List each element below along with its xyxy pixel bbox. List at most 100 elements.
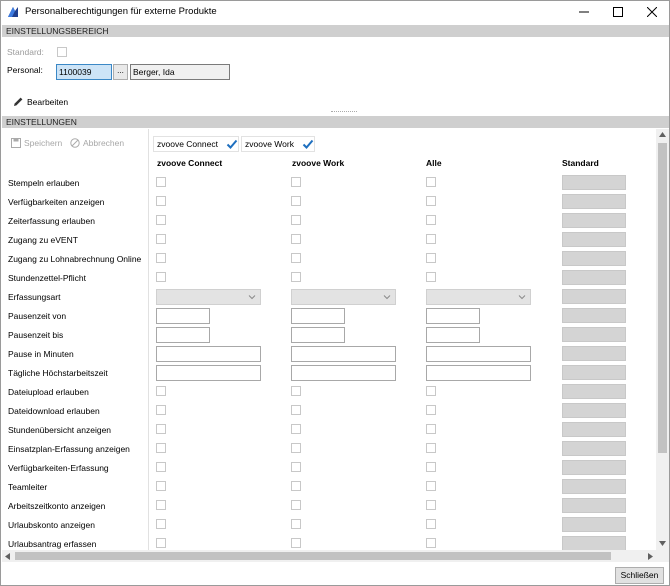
setting-checkbox[interactable]	[426, 481, 436, 491]
setting-checkbox[interactable]	[426, 424, 436, 434]
standard-value-box	[562, 213, 626, 228]
setting-checkbox[interactable]	[156, 481, 166, 491]
personal-label: Personal:	[7, 65, 43, 75]
setting-textbox[interactable]	[291, 346, 396, 362]
setting-checkbox[interactable]	[156, 215, 166, 225]
scroll-up-icon[interactable]	[659, 132, 666, 137]
standard-value-box	[562, 460, 626, 475]
setting-combobox[interactable]	[426, 289, 531, 305]
setting-combobox[interactable]	[291, 289, 396, 305]
setting-textbox[interactable]	[426, 327, 480, 343]
standard-value-box	[562, 403, 626, 418]
setting-textbox[interactable]	[291, 308, 345, 324]
scroll-down-icon[interactable]	[659, 541, 666, 546]
setting-row-label: Zugang zu Lohnabrechnung Online	[8, 254, 142, 264]
setting-checkbox[interactable]	[291, 405, 301, 415]
chevron-down-icon	[383, 295, 391, 300]
setting-checkbox[interactable]	[426, 196, 436, 206]
vertical-splitter[interactable]	[148, 129, 149, 550]
standard-value-box	[562, 289, 626, 304]
panel-splitter-handle[interactable]	[331, 111, 357, 113]
setting-checkbox[interactable]	[426, 443, 436, 453]
vertical-scroll-thumb[interactable]	[658, 143, 667, 453]
setting-checkbox[interactable]	[156, 462, 166, 472]
dialog-window: Personalberechtigungen für externe Produ…	[0, 0, 670, 586]
setting-checkbox[interactable]	[426, 462, 436, 472]
setting-textbox[interactable]	[291, 365, 396, 381]
setting-checkbox[interactable]	[156, 272, 166, 282]
setting-textbox[interactable]	[426, 308, 480, 324]
setting-row-label: Verfügbarkeiten anzeigen	[8, 197, 105, 207]
setting-checkbox[interactable]	[426, 215, 436, 225]
vertical-scrollbar[interactable]	[656, 129, 669, 550]
setting-checkbox[interactable]	[426, 234, 436, 244]
setting-row-label: Arbeitszeitkonto anzeigen	[8, 501, 106, 511]
setting-checkbox[interactable]	[291, 196, 301, 206]
standard-value-box	[562, 308, 626, 323]
setting-checkbox[interactable]	[426, 519, 436, 529]
setting-checkbox[interactable]	[291, 234, 301, 244]
scroll-left-icon[interactable]	[5, 553, 10, 560]
setting-checkbox[interactable]	[156, 405, 166, 415]
horizontal-scroll-thumb[interactable]	[15, 552, 611, 560]
setting-checkbox[interactable]	[156, 519, 166, 529]
minimize-icon	[579, 11, 589, 13]
product-tab-work-label: zvoove Work	[245, 139, 294, 149]
standard-value-box	[562, 422, 626, 437]
setting-checkbox[interactable]	[156, 177, 166, 187]
setting-checkbox[interactable]	[426, 500, 436, 510]
setting-checkbox[interactable]	[291, 424, 301, 434]
setting-checkbox[interactable]	[291, 462, 301, 472]
setting-checkbox[interactable]	[156, 234, 166, 244]
setting-checkbox[interactable]	[156, 443, 166, 453]
edit-button[interactable]: Bearbeiten	[13, 96, 68, 107]
setting-checkbox[interactable]	[291, 253, 301, 263]
standard-value-box	[562, 346, 626, 361]
standard-value-box	[562, 441, 626, 456]
setting-textbox[interactable]	[156, 327, 210, 343]
close-window-button[interactable]	[635, 1, 669, 23]
title-bar[interactable]: Personalberechtigungen für externe Produ…	[1, 1, 669, 23]
close-dialog-button[interactable]: Schließen	[615, 567, 664, 584]
setting-row-label: Dateiupload erlauben	[8, 387, 89, 397]
setting-checkbox[interactable]	[426, 538, 436, 548]
setting-checkbox[interactable]	[291, 443, 301, 453]
setting-textbox[interactable]	[156, 365, 261, 381]
setting-checkbox[interactable]	[426, 177, 436, 187]
setting-checkbox[interactable]	[291, 386, 301, 396]
horizontal-scrollbar[interactable]	[2, 550, 669, 562]
scroll-right-icon[interactable]	[648, 553, 653, 560]
setting-checkbox[interactable]	[156, 386, 166, 396]
setting-checkbox[interactable]	[291, 538, 301, 548]
setting-textbox[interactable]	[426, 365, 531, 381]
setting-textbox[interactable]	[291, 327, 345, 343]
setting-checkbox[interactable]	[291, 272, 301, 282]
setting-checkbox[interactable]	[156, 500, 166, 510]
setting-combobox[interactable]	[156, 289, 261, 305]
setting-textbox[interactable]	[426, 346, 531, 362]
setting-textbox[interactable]	[156, 308, 210, 324]
standard-checkbox[interactable]	[57, 47, 67, 57]
setting-checkbox[interactable]	[156, 424, 166, 434]
minimize-button[interactable]	[567, 1, 601, 23]
setting-checkbox[interactable]	[291, 519, 301, 529]
setting-checkbox[interactable]	[291, 215, 301, 225]
setting-checkbox[interactable]	[156, 196, 166, 206]
standard-value-box	[562, 536, 626, 551]
product-tab-connect-label: zvoove Connect	[157, 139, 218, 149]
setting-checkbox[interactable]	[156, 538, 166, 548]
setting-checkbox[interactable]	[426, 405, 436, 415]
setting-textbox[interactable]	[156, 346, 261, 362]
settings-header: EINSTELLUNGEN	[2, 116, 669, 128]
setting-checkbox[interactable]	[291, 500, 301, 510]
setting-checkbox[interactable]	[426, 272, 436, 282]
setting-checkbox[interactable]	[426, 253, 436, 263]
setting-checkbox[interactable]	[156, 253, 166, 263]
personal-lookup-button[interactable]: ...	[113, 64, 128, 80]
setting-checkbox[interactable]	[291, 481, 301, 491]
maximize-button[interactable]	[601, 1, 635, 23]
personal-id-field[interactable]: 1100039	[56, 64, 112, 80]
setting-checkbox[interactable]	[426, 386, 436, 396]
setting-checkbox[interactable]	[291, 177, 301, 187]
setting-row-label: Tägliche Höchstarbeitszeit	[8, 368, 108, 378]
